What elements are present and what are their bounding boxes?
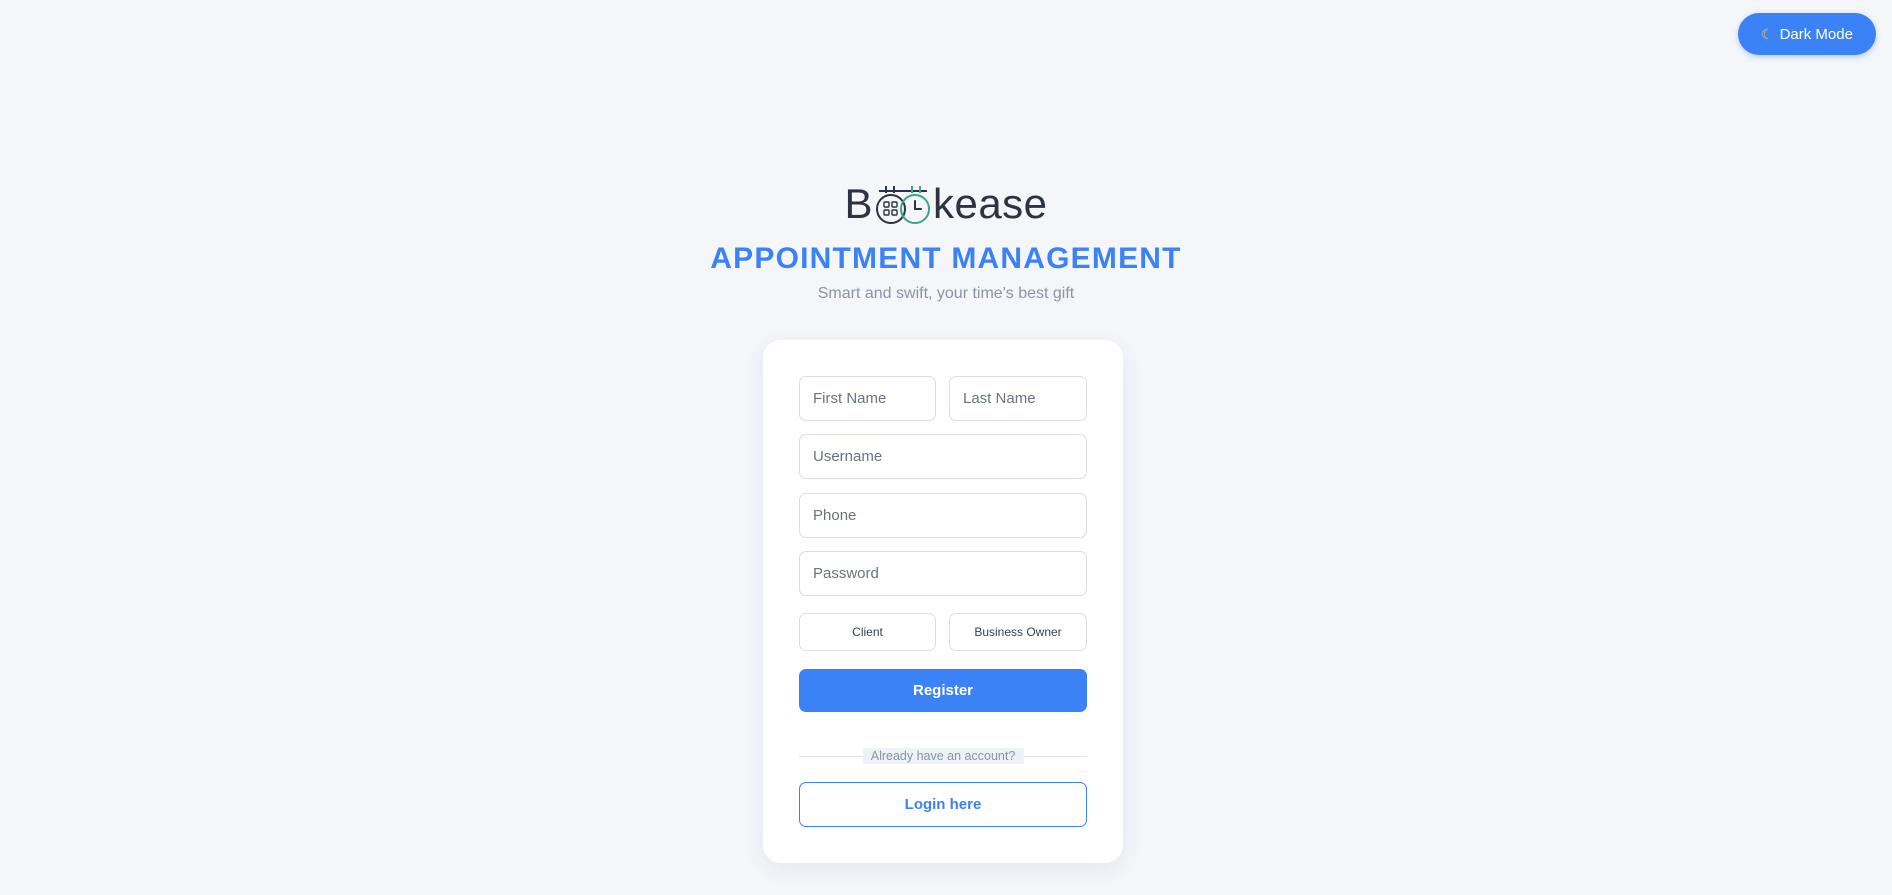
page-subtitle: Smart and swift, your time's best gift bbox=[817, 285, 1075, 302]
bookease-logo: B kease bbox=[844, 183, 1047, 225]
password-input[interactable] bbox=[799, 551, 1087, 596]
logo-suffix: kease bbox=[932, 180, 1048, 227]
role-business-owner-button[interactable]: Business Owner bbox=[949, 613, 1087, 651]
phone-input[interactable] bbox=[799, 493, 1087, 538]
login-button[interactable]: Login here bbox=[799, 782, 1087, 827]
register-label: Register bbox=[912, 682, 974, 699]
page-title: APPOINTMENT MANAGEMENT bbox=[710, 242, 1182, 275]
dark-mode-toggle[interactable]: ☾ Dark Mode bbox=[1738, 13, 1876, 55]
logo-prefix: B bbox=[844, 180, 873, 227]
username-input[interactable] bbox=[799, 434, 1087, 479]
register-button[interactable]: Register bbox=[799, 669, 1087, 712]
register-page: ☾ Dark Mode B kease APPOINTMENT MANAGEME… bbox=[0, 0, 1892, 895]
calendar-clock-icon bbox=[875, 186, 930, 224]
role-business-owner-label: Business Owner bbox=[974, 625, 1062, 639]
already-have-account-text: Already have an account? bbox=[862, 748, 1024, 764]
role-client-label: Client bbox=[852, 625, 883, 639]
login-label: Login here bbox=[904, 796, 982, 813]
role-client-button[interactable]: Client bbox=[799, 613, 936, 651]
first-name-input[interactable] bbox=[799, 376, 936, 421]
brand-header: B kease APPOINTMENT MANAGEMENT Smart and… bbox=[0, 183, 1892, 303]
moon-icon: ☾ bbox=[1761, 25, 1774, 42]
last-name-input[interactable] bbox=[949, 376, 1087, 421]
register-card: Client Business Owner Register Already h… bbox=[763, 340, 1123, 863]
dark-mode-label: Dark Mode bbox=[1779, 25, 1853, 43]
